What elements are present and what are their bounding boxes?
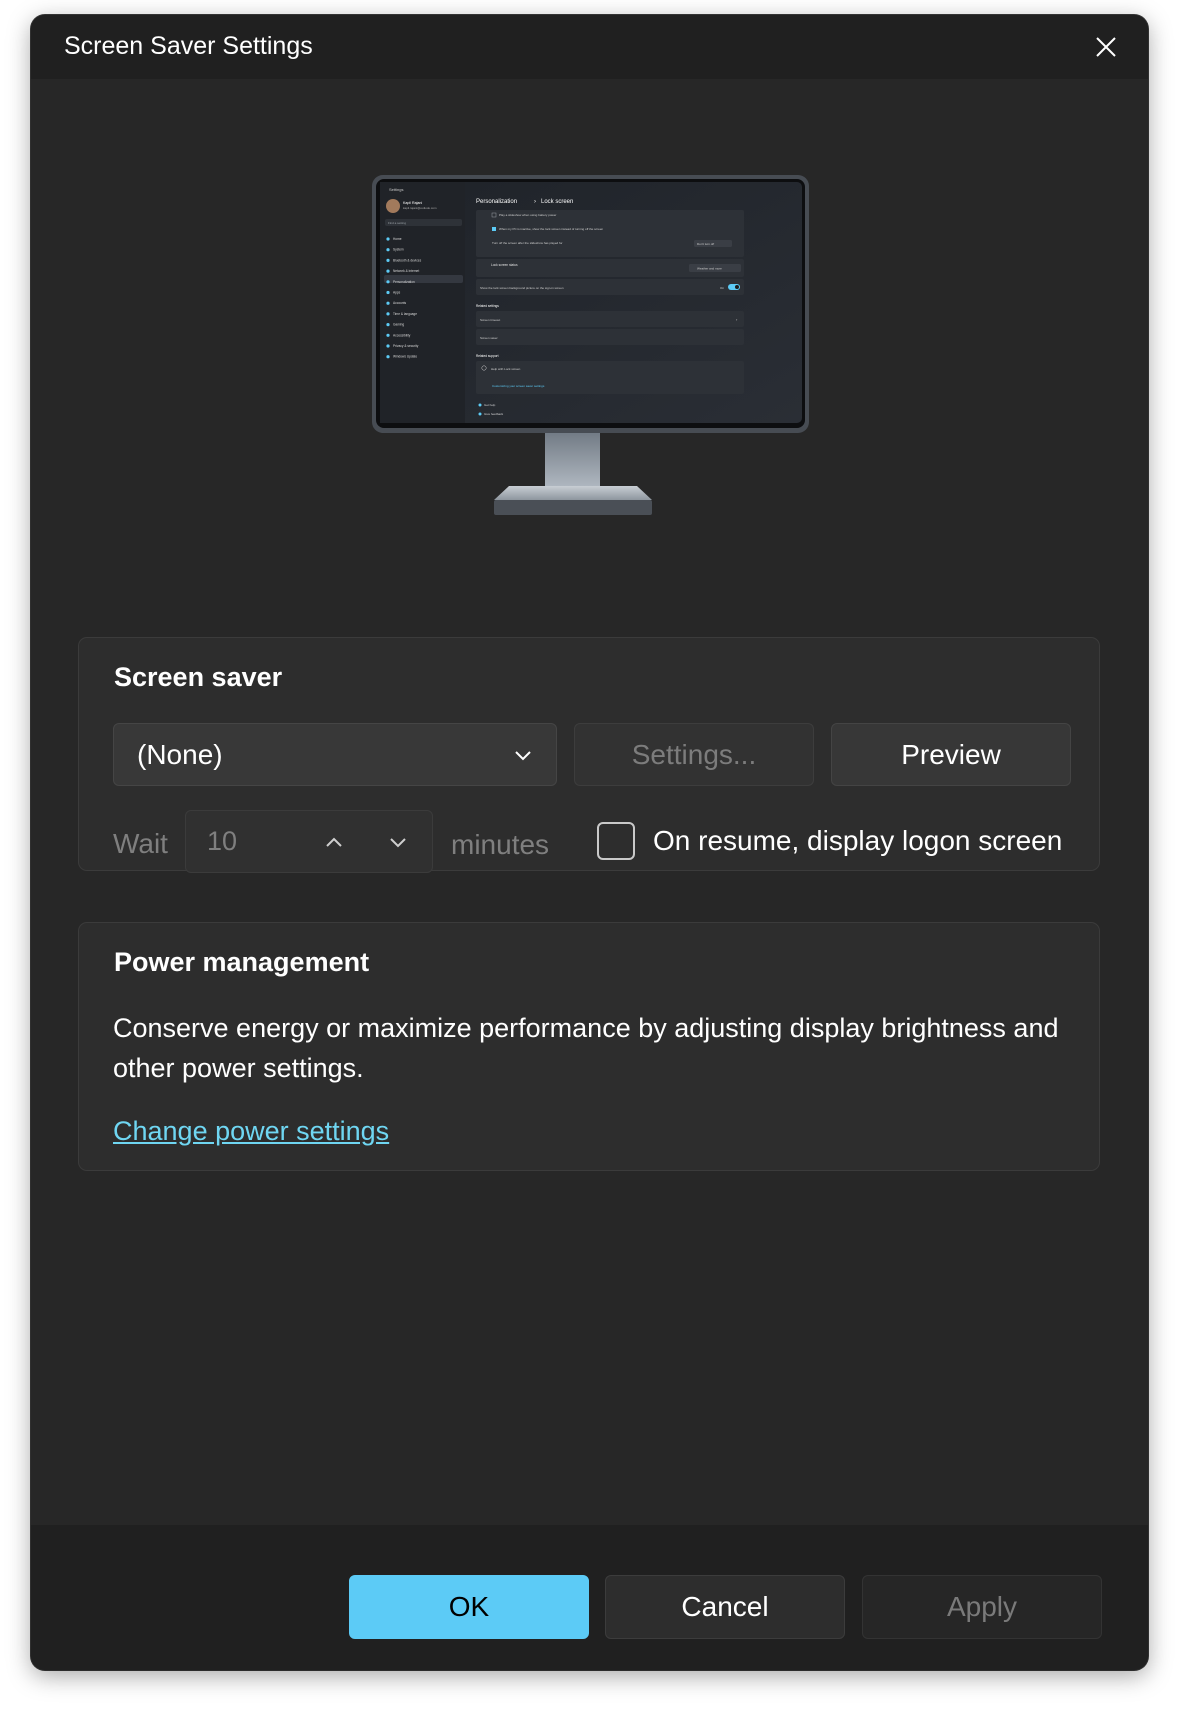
preview-nav-item: Privacy & security [393, 344, 419, 348]
svg-text:kapil.rajani@outlook.com: kapil.rajani@outlook.com [403, 206, 437, 210]
dialog-body: Settings Kapil Rajani kapil.rajani@outlo… [31, 79, 1148, 1525]
svg-text:Settings: Settings [389, 187, 403, 192]
preview-nav-icon [386, 312, 390, 316]
monitor-stand [545, 428, 600, 486]
svg-text:When my PC is inactive, show t: When my PC is inactive, show the lock sc… [499, 227, 603, 231]
monitor-base-front [494, 500, 652, 515]
close-button[interactable] [1084, 29, 1128, 65]
preview-nav-icon [386, 301, 390, 305]
svg-text:Lock screen status: Lock screen status [491, 263, 518, 267]
svg-text:Find a setting: Find a setting [388, 221, 406, 225]
minutes-label: minutes [451, 829, 550, 860]
svg-text:Play a slideshow when using ba: Play a slideshow when using battery powe… [499, 213, 556, 217]
preview-nav-item: Apps [393, 291, 401, 295]
preview-nav-item: Time & language [393, 312, 417, 316]
power-management-description: Conserve energy or maximize performance … [113, 1013, 1059, 1083]
settings-button[interactable]: Settings... [574, 723, 814, 786]
preview-nav-icon [386, 248, 390, 252]
preview-nav-icon [386, 323, 390, 327]
window-title: Screen Saver Settings [64, 32, 313, 60]
screen-saver-dialog: Screen Saver Settings Settings Kapil Raj… [31, 15, 1148, 1670]
decrement-button[interactable] [380, 824, 416, 860]
increment-button[interactable] [316, 824, 352, 860]
svg-text:Lock screen: Lock screen [541, 199, 573, 205]
svg-text:Weather and more: Weather and more [697, 267, 722, 271]
svg-text:Give feedback: Give feedback [484, 412, 504, 416]
screen-saver-selected: (None) [137, 739, 223, 770]
title-bar: Screen Saver Settings [31, 15, 1148, 79]
preview-nav-icon [386, 269, 390, 273]
svg-text:Customizing your screen saver: Customizing your screen saver settings [492, 384, 545, 388]
ok-button[interactable]: OK [349, 1575, 589, 1639]
monitor-base [494, 486, 652, 500]
preview-nav-icon [386, 258, 390, 262]
change-power-settings-link[interactable]: Change power settings [113, 1116, 389, 1147]
preview-nav-item: Accounts [393, 301, 407, 305]
monitor-preview: Settings Kapil Rajani kapil.rajani@outlo… [372, 175, 809, 515]
svg-text:Don't turn off: Don't turn off [697, 242, 714, 246]
chevron-down-icon [390, 838, 406, 848]
preview-nav-icon [386, 237, 390, 241]
preview-nav-item: Bluetooth & devices [393, 258, 422, 262]
chevron-down-icon [515, 751, 531, 761]
close-icon [1096, 37, 1116, 57]
preview-nav-icon [386, 333, 390, 337]
preview-button[interactable]: Preview [831, 723, 1071, 786]
chevron-up-icon [326, 837, 342, 847]
power-management-card: Power management Conserve energy or maxi… [78, 922, 1100, 1171]
wait-minutes-stepper[interactable]: 10 [185, 810, 433, 873]
preview-nav-item: Gaming [393, 323, 404, 327]
svg-text:Turn off the screen after the: Turn off the screen after the slideshow … [492, 241, 563, 245]
wait-label: Wait [113, 828, 168, 859]
screen-saver-heading: Screen saver [114, 662, 283, 692]
preview-nav-item: Accessibility [393, 333, 411, 337]
dialog-footer: OK Cancel Apply [31, 1525, 1148, 1670]
wait-value: 10 [207, 826, 238, 856]
power-management-heading: Power management [114, 947, 370, 977]
screen-saver-card: Screen saver (None) Settings... Preview … [78, 637, 1100, 873]
svg-text:On: On [720, 286, 724, 290]
svg-text:Personalization: Personalization [476, 199, 517, 205]
preview-nav-icon [386, 290, 390, 295]
preview-nav-icon [386, 344, 390, 348]
svg-text:Get help: Get help [484, 403, 496, 407]
preview-avatar [386, 199, 400, 213]
screen-saver-select[interactable]: (None) [113, 723, 557, 786]
apply-button[interactable]: Apply [862, 1575, 1102, 1639]
preview-nav-icon [386, 355, 390, 359]
logon-screen-checkbox[interactable] [597, 822, 635, 860]
preview-nav-icon [386, 280, 390, 284]
svg-text:Show the lock screen backgroun: Show the lock screen background picture … [480, 286, 564, 290]
logon-screen-label[interactable]: On resume, display logon screen [653, 825, 1062, 857]
svg-text:Screen saver: Screen saver [480, 336, 498, 340]
preview-nav-item: Windows Update [393, 355, 417, 359]
cancel-button[interactable]: Cancel [605, 1575, 845, 1639]
preview-nav-item: System [393, 248, 404, 252]
svg-text:›: › [534, 199, 536, 205]
svg-text:Screen timeout: Screen timeout [480, 318, 500, 322]
preview-nav-item: Personalization [393, 280, 415, 284]
preview-nav-item: Home [393, 237, 402, 241]
svg-text:Help with Lock screen: Help with Lock screen [491, 367, 521, 371]
preview-nav-item: Network & internet [393, 269, 419, 273]
svg-text:Kapil Rajani: Kapil Rajani [403, 201, 422, 205]
svg-text:Related support: Related support [476, 354, 499, 358]
svg-text:Related settings: Related settings [476, 304, 499, 308]
